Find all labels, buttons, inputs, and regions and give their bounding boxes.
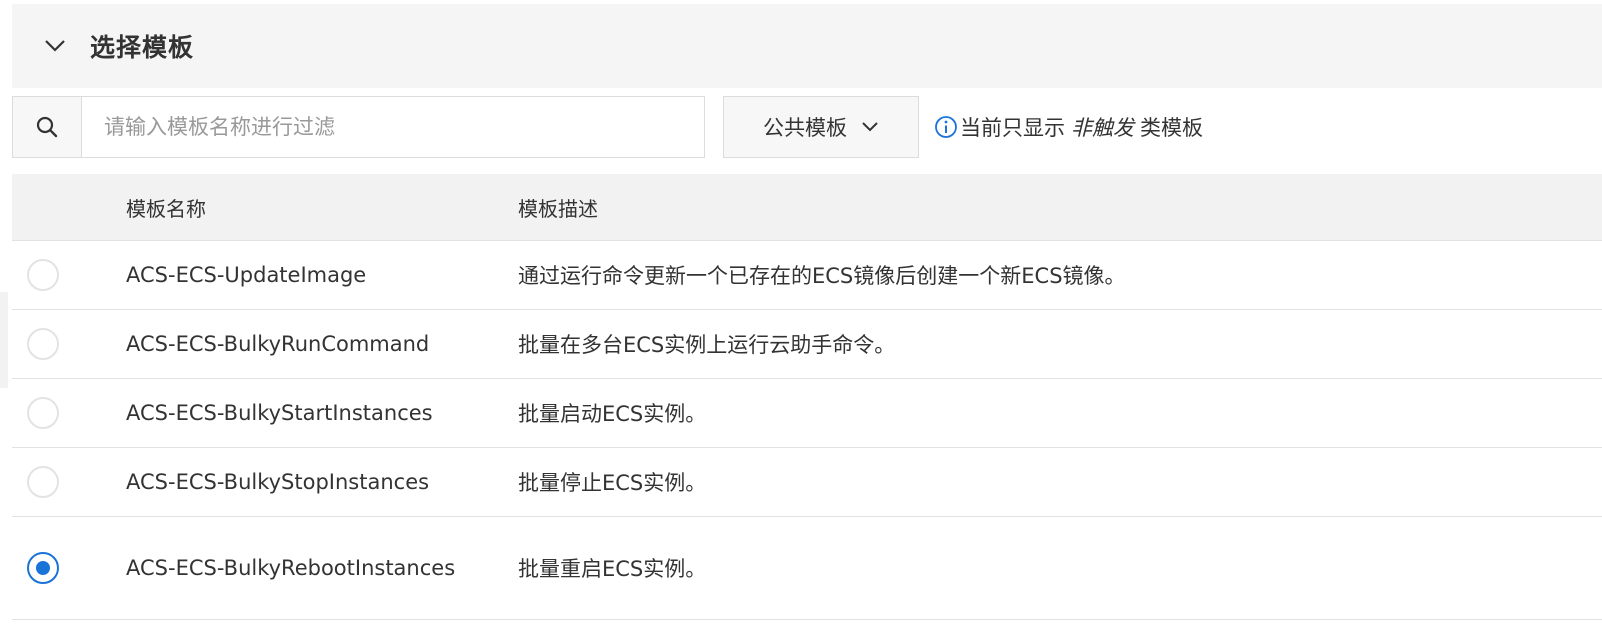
- template-description: 通过运行命令更新一个已存在的ECS镜像后创建一个新ECS镜像。: [518, 264, 1126, 288]
- notice-suffix: 类模板: [1140, 116, 1203, 140]
- chevron-down-icon: [861, 121, 879, 133]
- template-name: ACS-ECS-BulkyStopInstances: [126, 470, 430, 494]
- row-radio[interactable]: [27, 552, 59, 584]
- column-header-description: 模板描述: [518, 196, 598, 221]
- template-description: 批量停止ECS实例。: [518, 471, 707, 495]
- row-radio[interactable]: [27, 397, 59, 429]
- notice-emphasis: 非触发: [1071, 116, 1134, 140]
- filter-notice: 当前只显示 非触发 类模板: [934, 96, 1203, 158]
- search-icon: [36, 116, 58, 138]
- row-radio[interactable]: [27, 466, 59, 498]
- template-description: 批量启动ECS实例。: [518, 402, 707, 426]
- filter-toolbar: 公共模板 当前只显示 非触发 类模板: [12, 96, 1602, 158]
- table-row[interactable]: ACS-ECS-BulkyRebootInstances 批量重启ECS实例。: [12, 517, 1602, 620]
- side-handle: [0, 292, 8, 388]
- info-icon: [934, 115, 958, 139]
- section-header: 选择模板: [12, 4, 1602, 88]
- template-name: ACS-ECS-BulkyStartInstances: [126, 401, 433, 425]
- table-header: 模板名称 模板描述: [12, 174, 1602, 241]
- template-scope-select[interactable]: 公共模板: [723, 96, 919, 158]
- section-title: 选择模板: [90, 33, 195, 62]
- row-radio[interactable]: [27, 328, 59, 360]
- template-name: ACS-ECS-UpdateImage: [126, 263, 367, 287]
- table-row[interactable]: ACS-ECS-UpdateImage 通过运行命令更新一个已存在的ECS镜像后…: [12, 241, 1602, 310]
- column-header-name: 模板名称: [126, 196, 206, 221]
- template-table: 模板名称 模板描述 ACS-ECS-UpdateImage 通过运行命令更新一个…: [12, 174, 1602, 620]
- notice-prefix: 当前只显示: [960, 116, 1065, 140]
- table-row[interactable]: ACS-ECS-BulkyStartInstances 批量启动ECS实例。: [12, 379, 1602, 448]
- template-description: 批量重启ECS实例。: [518, 557, 707, 581]
- search-input[interactable]: [81, 96, 705, 158]
- table-row[interactable]: ACS-ECS-BulkyStopInstances 批量停止ECS实例。: [12, 448, 1602, 517]
- chevron-down-icon[interactable]: [42, 33, 68, 59]
- search-button[interactable]: [12, 96, 82, 158]
- template-name: ACS-ECS-BulkyRebootInstances: [126, 556, 456, 580]
- page: 选择模板 公共模板 当: [0, 0, 1602, 640]
- template-description: 批量在多台ECS实例上运行云助手命令。: [518, 333, 896, 357]
- scope-selected-label: 公共模板: [763, 116, 847, 140]
- row-radio[interactable]: [27, 259, 59, 291]
- template-name: ACS-ECS-BulkyRunCommand: [126, 332, 430, 356]
- table-row[interactable]: ACS-ECS-BulkyRunCommand 批量在多台ECS实例上运行云助手…: [12, 310, 1602, 379]
